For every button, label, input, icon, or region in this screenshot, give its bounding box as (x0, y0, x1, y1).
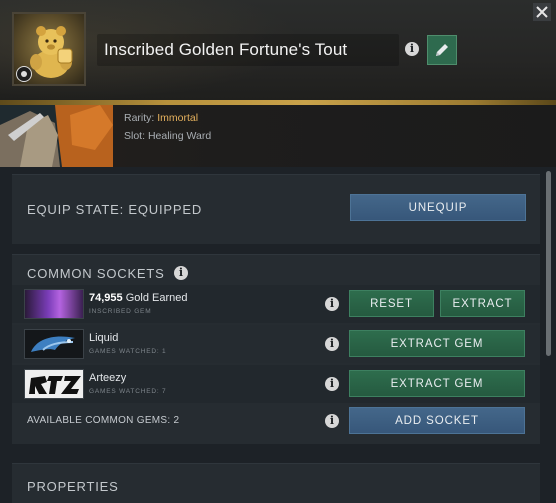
pencil-icon (436, 44, 448, 56)
close-button[interactable] (533, 3, 551, 21)
edit-name-button[interactable] (427, 35, 457, 65)
arteezy-logo-icon (29, 376, 81, 394)
loadout-badge-icon (16, 66, 32, 82)
unequip-button[interactable]: UNEQUIP (350, 194, 526, 221)
close-icon (536, 6, 548, 18)
gem-name: Arteezy (89, 372, 127, 384)
gem-image (24, 329, 84, 359)
slot-label: Slot: (124, 130, 146, 142)
gem-image (24, 289, 84, 319)
item-details-window: Inscribed Golden Fortune's Tout i Rarity… (0, 0, 556, 503)
info-icon[interactable]: i (174, 266, 188, 280)
available-gems-label: AVAILABLE COMMON GEMS: 2 (27, 415, 180, 426)
common-sockets-title: COMMON SOCKETS (27, 266, 165, 281)
equip-panel: EQUIP STATE: EQUIPPED UNEQUIP (12, 174, 540, 244)
reset-button[interactable]: RESET (349, 290, 434, 317)
extract-gem-button[interactable]: EXTRACT GEM (349, 370, 525, 397)
gem-subtitle: INSCRIBED GEM (89, 308, 152, 315)
scrollbar[interactable] (546, 171, 551, 356)
hero-portrait (0, 105, 113, 167)
gem-name: Liquid (89, 332, 119, 344)
common-sockets-panel: COMMON SOCKETS i 74,955 Gold Earned INSC… (12, 254, 540, 444)
rarity-value: Immortal (157, 112, 199, 124)
hero-portrait-image (0, 105, 113, 167)
slot-value: Healing Ward (147, 130, 212, 142)
item-title: Inscribed Golden Fortune's Tout (104, 40, 348, 59)
properties-title: PROPERTIES (27, 479, 119, 494)
info-icon[interactable]: i (325, 414, 339, 428)
equip-state-label: EQUIP STATE: EQUIPPED (27, 202, 203, 217)
info-icon[interactable]: i (325, 377, 339, 391)
slot-line: Slot: Healing Ward (124, 130, 211, 142)
add-socket-button[interactable]: ADD SOCKET (349, 407, 525, 434)
rarity-line: Rarity: Immortal (124, 112, 198, 124)
info-icon[interactable]: i (325, 297, 339, 311)
info-icon[interactable]: i (405, 42, 419, 56)
item-header: Inscribed Golden Fortune's Tout i (0, 0, 556, 100)
gem-subtitle: GAMES WATCHED: 7 (89, 388, 167, 395)
item-title-field[interactable]: Inscribed Golden Fortune's Tout (97, 34, 399, 66)
item-thumbnail (12, 12, 86, 86)
gem-stat: Gold Earned (125, 292, 188, 304)
socket-row: 74,955 Gold Earned INSCRIBED GEM i RESET… (12, 285, 540, 323)
extract-button[interactable]: EXTRACT (440, 290, 525, 317)
info-icon[interactable]: i (325, 337, 339, 351)
gem-subtitle: GAMES WATCHED: 1 (89, 348, 167, 355)
gem-name: 74,955 Gold Earned (89, 292, 187, 304)
team-liquid-logo-icon (31, 336, 75, 352)
socket-row: Liquid GAMES WATCHED: 1 i EXTRACT GEM (12, 325, 540, 363)
gem-value: 74,955 (89, 292, 123, 304)
properties-panel: PROPERTIES (12, 463, 540, 503)
hero-strip (0, 105, 556, 167)
socket-row: Arteezy GAMES WATCHED: 7 i EXTRACT GEM (12, 365, 540, 403)
rarity-label: Rarity: (124, 112, 155, 124)
extract-gem-button[interactable]: EXTRACT GEM (349, 330, 525, 357)
gem-image (24, 369, 84, 399)
